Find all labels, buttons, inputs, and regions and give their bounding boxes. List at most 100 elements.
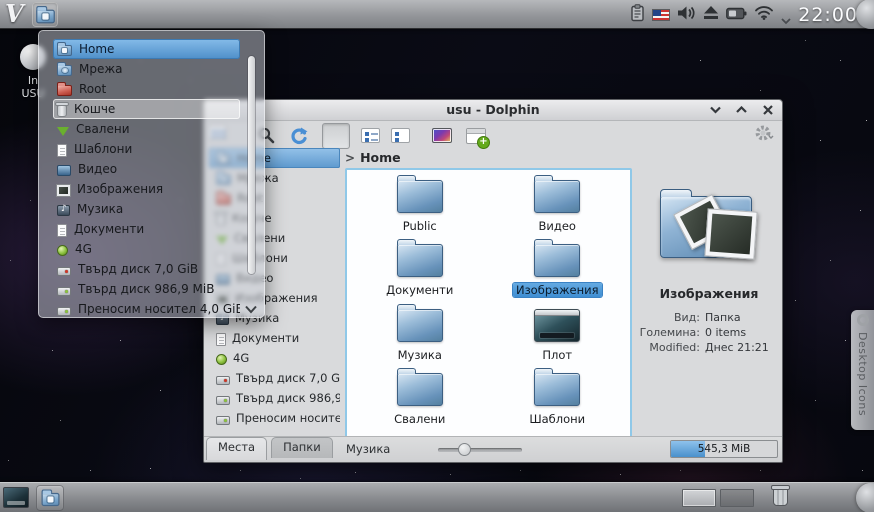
folder-item-documents[interactable]: Документи: [351, 239, 489, 304]
settings-menu-button[interactable]: [754, 123, 774, 143]
folder-icon: [397, 180, 443, 213]
zoom-slider-handle[interactable]: [458, 443, 471, 456]
panel-clock[interactable]: 22:00: [798, 4, 858, 26]
compact-view-button[interactable]: [356, 123, 384, 149]
folder-item-templates[interactable]: Шаблони: [489, 368, 627, 433]
panel-trash-icon[interactable]: [773, 488, 788, 506]
close-button[interactable]: [761, 103, 774, 116]
keyboard-layout-us-flag-icon[interactable]: [652, 9, 670, 21]
video-icon: [57, 165, 71, 176]
maximize-button[interactable]: [735, 103, 748, 116]
removable-drive-icon: [216, 416, 230, 425]
free-space-bar: 545,3 MiB свободни: [670, 440, 778, 458]
popup-item-trash[interactable]: Кошче: [53, 99, 240, 119]
information-panel: Изображения Вид: Папка Големина: 0 items…: [636, 168, 782, 435]
titlebar[interactable]: usu - Dolphin: [204, 100, 782, 121]
download-arrow-icon: [57, 127, 69, 136]
dolphin-window: usu - Dolphin: [203, 99, 783, 463]
folder-icon: [534, 180, 580, 213]
harddisk-icon: [216, 376, 230, 385]
popup-scrollbar[interactable]: [248, 56, 255, 274]
reload-button[interactable]: [284, 123, 312, 149]
harddisk-icon: [57, 287, 71, 296]
breadcrumb-home[interactable]: Home: [360, 150, 401, 165]
tab-places[interactable]: Места: [206, 437, 267, 460]
music-icon: [57, 205, 70, 216]
preview-button[interactable]: [428, 123, 456, 149]
popup-item-video[interactable]: Видео: [53, 159, 240, 179]
battery-icon[interactable]: [726, 5, 747, 24]
popup-item-home[interactable]: Home: [53, 39, 240, 59]
panel-home-folder-button[interactable]: [32, 2, 58, 27]
eject-icon[interactable]: [703, 5, 719, 24]
popup-item-removable[interactable]: Преносим носител 4,0 GiB: [53, 299, 240, 319]
folder-item-public[interactable]: Public: [351, 174, 489, 239]
sidebar-item-harddisk-986mib[interactable]: Твърд диск 986,9 ...: [209, 388, 340, 408]
volume-icon[interactable]: [677, 5, 696, 25]
document-icon: [216, 333, 226, 346]
folder-icon: [534, 373, 580, 406]
tab-folders[interactable]: Папки: [271, 437, 333, 458]
popup-item-network[interactable]: Мрежа: [53, 59, 240, 79]
minimize-button[interactable]: [709, 103, 722, 116]
virtual-desktop-2[interactable]: [720, 489, 754, 507]
document-icon: [57, 144, 67, 157]
clipboard-icon[interactable]: [630, 4, 645, 26]
folder-view[interactable]: Public Видео Документи Изображения Музик…: [345, 168, 632, 438]
popup-item-4g[interactable]: 4G: [53, 239, 240, 259]
folder-icon: [397, 309, 443, 342]
folder-view-handle[interactable]: Desktop Icons: [851, 310, 874, 430]
removable-drive-icon: [57, 307, 71, 316]
status-text: Музика: [346, 442, 390, 456]
info-properties: Вид: Папка Големина: 0 items Modified: Д…: [636, 311, 782, 354]
folder-item-images-selected[interactable]: Изображения: [489, 239, 627, 304]
document-icon: [57, 224, 67, 237]
home-folder-icon: [57, 45, 72, 56]
green-orb-drive-icon: [57, 245, 68, 256]
desktop-folder-icon: [534, 309, 580, 342]
plasma-toolbox-icon[interactable]: [856, 483, 874, 512]
folder-item-desktop[interactable]: Плот: [489, 303, 627, 368]
breadcrumb[interactable]: > Home: [345, 150, 401, 165]
popup-item-music[interactable]: Музика: [53, 199, 240, 219]
green-orb-drive-icon: [216, 354, 227, 365]
taskbar-dolphin-button[interactable]: [36, 485, 64, 511]
popup-item-harddisk-986mib[interactable]: Твърд диск 986,9 MiB: [53, 279, 240, 299]
free-space-label: 545,3 MiB свободни: [671, 441, 777, 457]
virtual-desktop-pager: [682, 489, 754, 507]
icons-view-button[interactable]: [322, 123, 350, 149]
folder-item-music[interactable]: Музика: [351, 303, 489, 368]
popup-item-images[interactable]: Изображения: [53, 179, 240, 199]
popup-item-downloads[interactable]: Свалени: [53, 119, 240, 139]
window-title: usu - Dolphin: [204, 102, 782, 117]
sidebar-item-documents[interactable]: Документи: [209, 328, 340, 348]
zoom-slider[interactable]: [438, 448, 522, 452]
bottom-panel: [0, 482, 874, 512]
distro-logo[interactable]: V: [5, 0, 24, 28]
popup-item-harddisk-7gib[interactable]: Твърд диск 7,0 GiB: [53, 259, 240, 279]
sidebar-item-4g[interactable]: 4G: [209, 348, 340, 368]
plasma-toolbox-icon[interactable]: [856, 0, 874, 29]
gear-icon: [754, 123, 774, 143]
popup-item-documents[interactable]: Документи: [53, 219, 240, 239]
split-view-icon: [466, 128, 486, 144]
popup-item-templates[interactable]: Шаблони: [53, 139, 240, 159]
gear-icon: [857, 314, 869, 326]
tray-expand-chevron-icon[interactable]: [781, 10, 791, 20]
root-folder-icon: [57, 85, 72, 96]
sidebar-item-removable[interactable]: Преносим носител ...: [209, 408, 340, 428]
info-title: Изображения: [636, 286, 782, 301]
harddisk-icon: [57, 267, 71, 276]
property-row: Modified: Днес 21:21: [636, 341, 782, 354]
scroll-down-chevron-icon[interactable]: [245, 299, 257, 309]
wireless-network-icon[interactable]: [754, 5, 774, 24]
sidebar-item-harddisk-7gib[interactable]: Твърд диск 7,0 GiB: [209, 368, 340, 388]
system-tray: 22:00: [630, 0, 858, 29]
details-view-button[interactable]: [386, 123, 414, 149]
folder-item-downloads[interactable]: Свалени: [351, 368, 489, 433]
virtual-desktop-1[interactable]: [682, 489, 716, 507]
show-desktop-icon[interactable]: [3, 487, 29, 508]
folder-item-video[interactable]: Видео: [489, 174, 627, 239]
popup-item-root[interactable]: Root: [53, 79, 240, 99]
split-view-button[interactable]: [462, 123, 490, 149]
